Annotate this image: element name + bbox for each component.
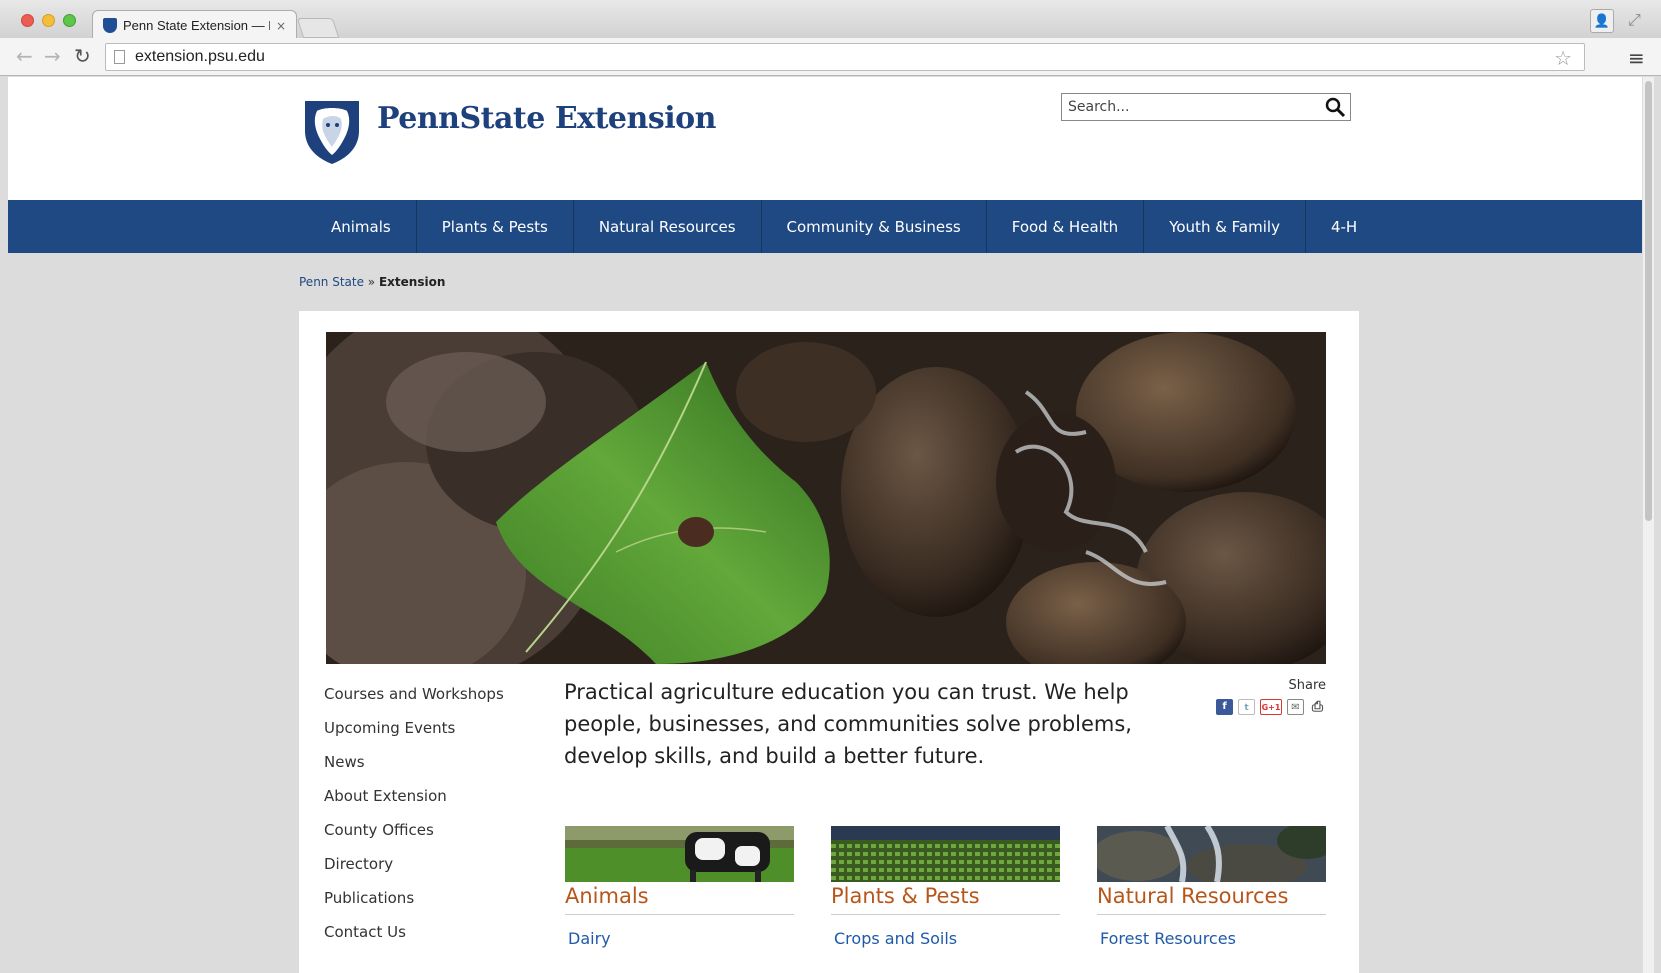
google-plus-icon[interactable]: G+1 [1260,699,1282,715]
nav-item-youth-family[interactable]: Youth & Family [1144,200,1306,253]
nittany-lion-shield-icon[interactable] [301,97,363,165]
search-icon[interactable] [1324,96,1346,118]
card-title-plants-pests[interactable]: Plants & Pests [831,884,1060,915]
address-bar[interactable]: extension.psu.edu ☆ [105,43,1585,71]
topic-card-animals: Animals Dairy [565,826,794,948]
site-logo-text[interactable]: PennState Extension [377,101,716,136]
new-tab-button[interactable] [296,18,340,38]
sidebar-link-upcoming-events[interactable]: Upcoming Events [324,718,504,752]
sidebar-link-publications[interactable]: Publications [324,888,504,922]
breadcrumb: Penn State » Extension [299,275,445,289]
card-title-natural-resources[interactable]: Natural Resources [1097,884,1326,915]
breadcrumb-separator: » [363,275,379,289]
browser-tab[interactable]: Penn State Extension — Pe × [92,10,297,40]
main-nav: Animals Plants & Pests Natural Resources Co… [8,200,1642,253]
topic-cards: Animals Dairy Plants & Pests Crops and S… [565,826,1326,948]
minimize-window-button[interactable] [42,14,55,27]
profile-icon[interactable]: 👤 [1590,9,1614,33]
sidebar-link-news[interactable]: News [324,752,504,786]
card-link-dairy[interactable]: Dairy [565,929,794,948]
nav-item-natural-resources[interactable]: Natural Resources [574,200,762,253]
fullscreen-icon[interactable]: ⤢ [1628,10,1641,30]
facebook-icon[interactable]: f [1216,699,1233,715]
tab-title: Penn State Extension — Pe [123,18,270,33]
sidebar-link-directory[interactable]: Directory [324,854,504,888]
sidebar-link-contact-us[interactable]: Contact Us [324,922,504,956]
nav-item-food-health[interactable]: Food & Health [987,200,1145,253]
plants-thumbnail-crop-rows[interactable] [831,826,1060,882]
search-input[interactable] [1062,94,1312,120]
card-link-crops-and-soils[interactable]: Crops and Soils [831,929,1060,948]
back-icon[interactable]: ← [16,46,33,66]
hero-image-leaf-on-wet-rocks [326,332,1326,664]
close-window-button[interactable] [21,14,34,27]
card-link-forest-resources[interactable]: Forest Resources [1097,929,1326,948]
share-label: Share [1288,678,1326,693]
nav-item-4-h[interactable]: 4-H [1306,200,1382,253]
card-title-animals[interactable]: Animals [565,884,794,915]
natural-resources-thumbnail-stream[interactable] [1097,826,1326,882]
search-box [1061,93,1351,121]
breadcrumb-penn-state-link[interactable]: Penn State [299,275,364,289]
page-scrollbar[interactable] [1642,77,1654,973]
bookmark-star-icon[interactable]: ☆ [1554,46,1572,70]
browser-window: Penn State Extension — Pe × 👤 ⤢ ← → ↻ ex… [0,0,1661,973]
page-viewport: PennState Extension AnimalsPlants & Pest… [8,77,1654,973]
twitter-icon[interactable]: t [1238,699,1255,715]
scrollbar-thumb[interactable] [1645,81,1652,521]
share-widget: Share f t G+1 ✉ ⎙ [1199,678,1326,715]
zoom-window-button[interactable] [63,14,76,27]
print-icon[interactable]: ⎙ [1309,699,1326,715]
url-text: extension.psu.edu [135,48,265,65]
title-bar: Penn State Extension — Pe × 👤 ⤢ [0,0,1661,40]
sidebar-link-about-extension[interactable]: About Extension [324,786,504,820]
site-header: PennState Extension [8,77,1642,200]
email-icon[interactable]: ✉ [1287,699,1304,715]
sidebar-link-courses-and-workshops[interactable]: Courses and Workshops [324,684,504,718]
forward-icon[interactable]: → [44,46,61,66]
reload-icon[interactable]: ↻ [74,46,91,66]
browser-toolbar: ← → ↻ extension.psu.edu ☆ ≡ [0,38,1661,76]
sidebar-menu: Courses and Workshops Upcoming Events News… [324,684,504,956]
psu-favicon-icon [103,18,117,33]
animals-thumbnail-cows[interactable] [565,826,794,882]
nav-item-plants-pests[interactable]: Plants & Pests [417,200,574,253]
intro-text: Practical agriculture education you can … [564,680,1132,768]
breadcrumb-current: Extension [378,275,446,289]
topic-card-plants-pests: Plants & Pests Crops and Soils [831,826,1060,948]
tab-close-icon[interactable]: × [276,19,286,33]
main-nav-list: Animals Plants & Pests Natural Resources Co… [306,200,1382,253]
share-icons: f t G+1 ✉ ⎙ [1199,699,1326,715]
topic-card-natural-resources: Natural Resources Forest Resources [1097,826,1326,948]
sidebar-link-county-offices[interactable]: County Offices [324,820,504,854]
main-content: Courses and Workshops Upcoming Events News… [299,311,1359,973]
nav-item-community-business[interactable]: Community & Business [762,200,987,253]
page-icon [114,50,125,64]
nav-item-animals[interactable]: Animals [306,200,417,253]
browser-menu-icon[interactable]: ≡ [1628,46,1645,70]
